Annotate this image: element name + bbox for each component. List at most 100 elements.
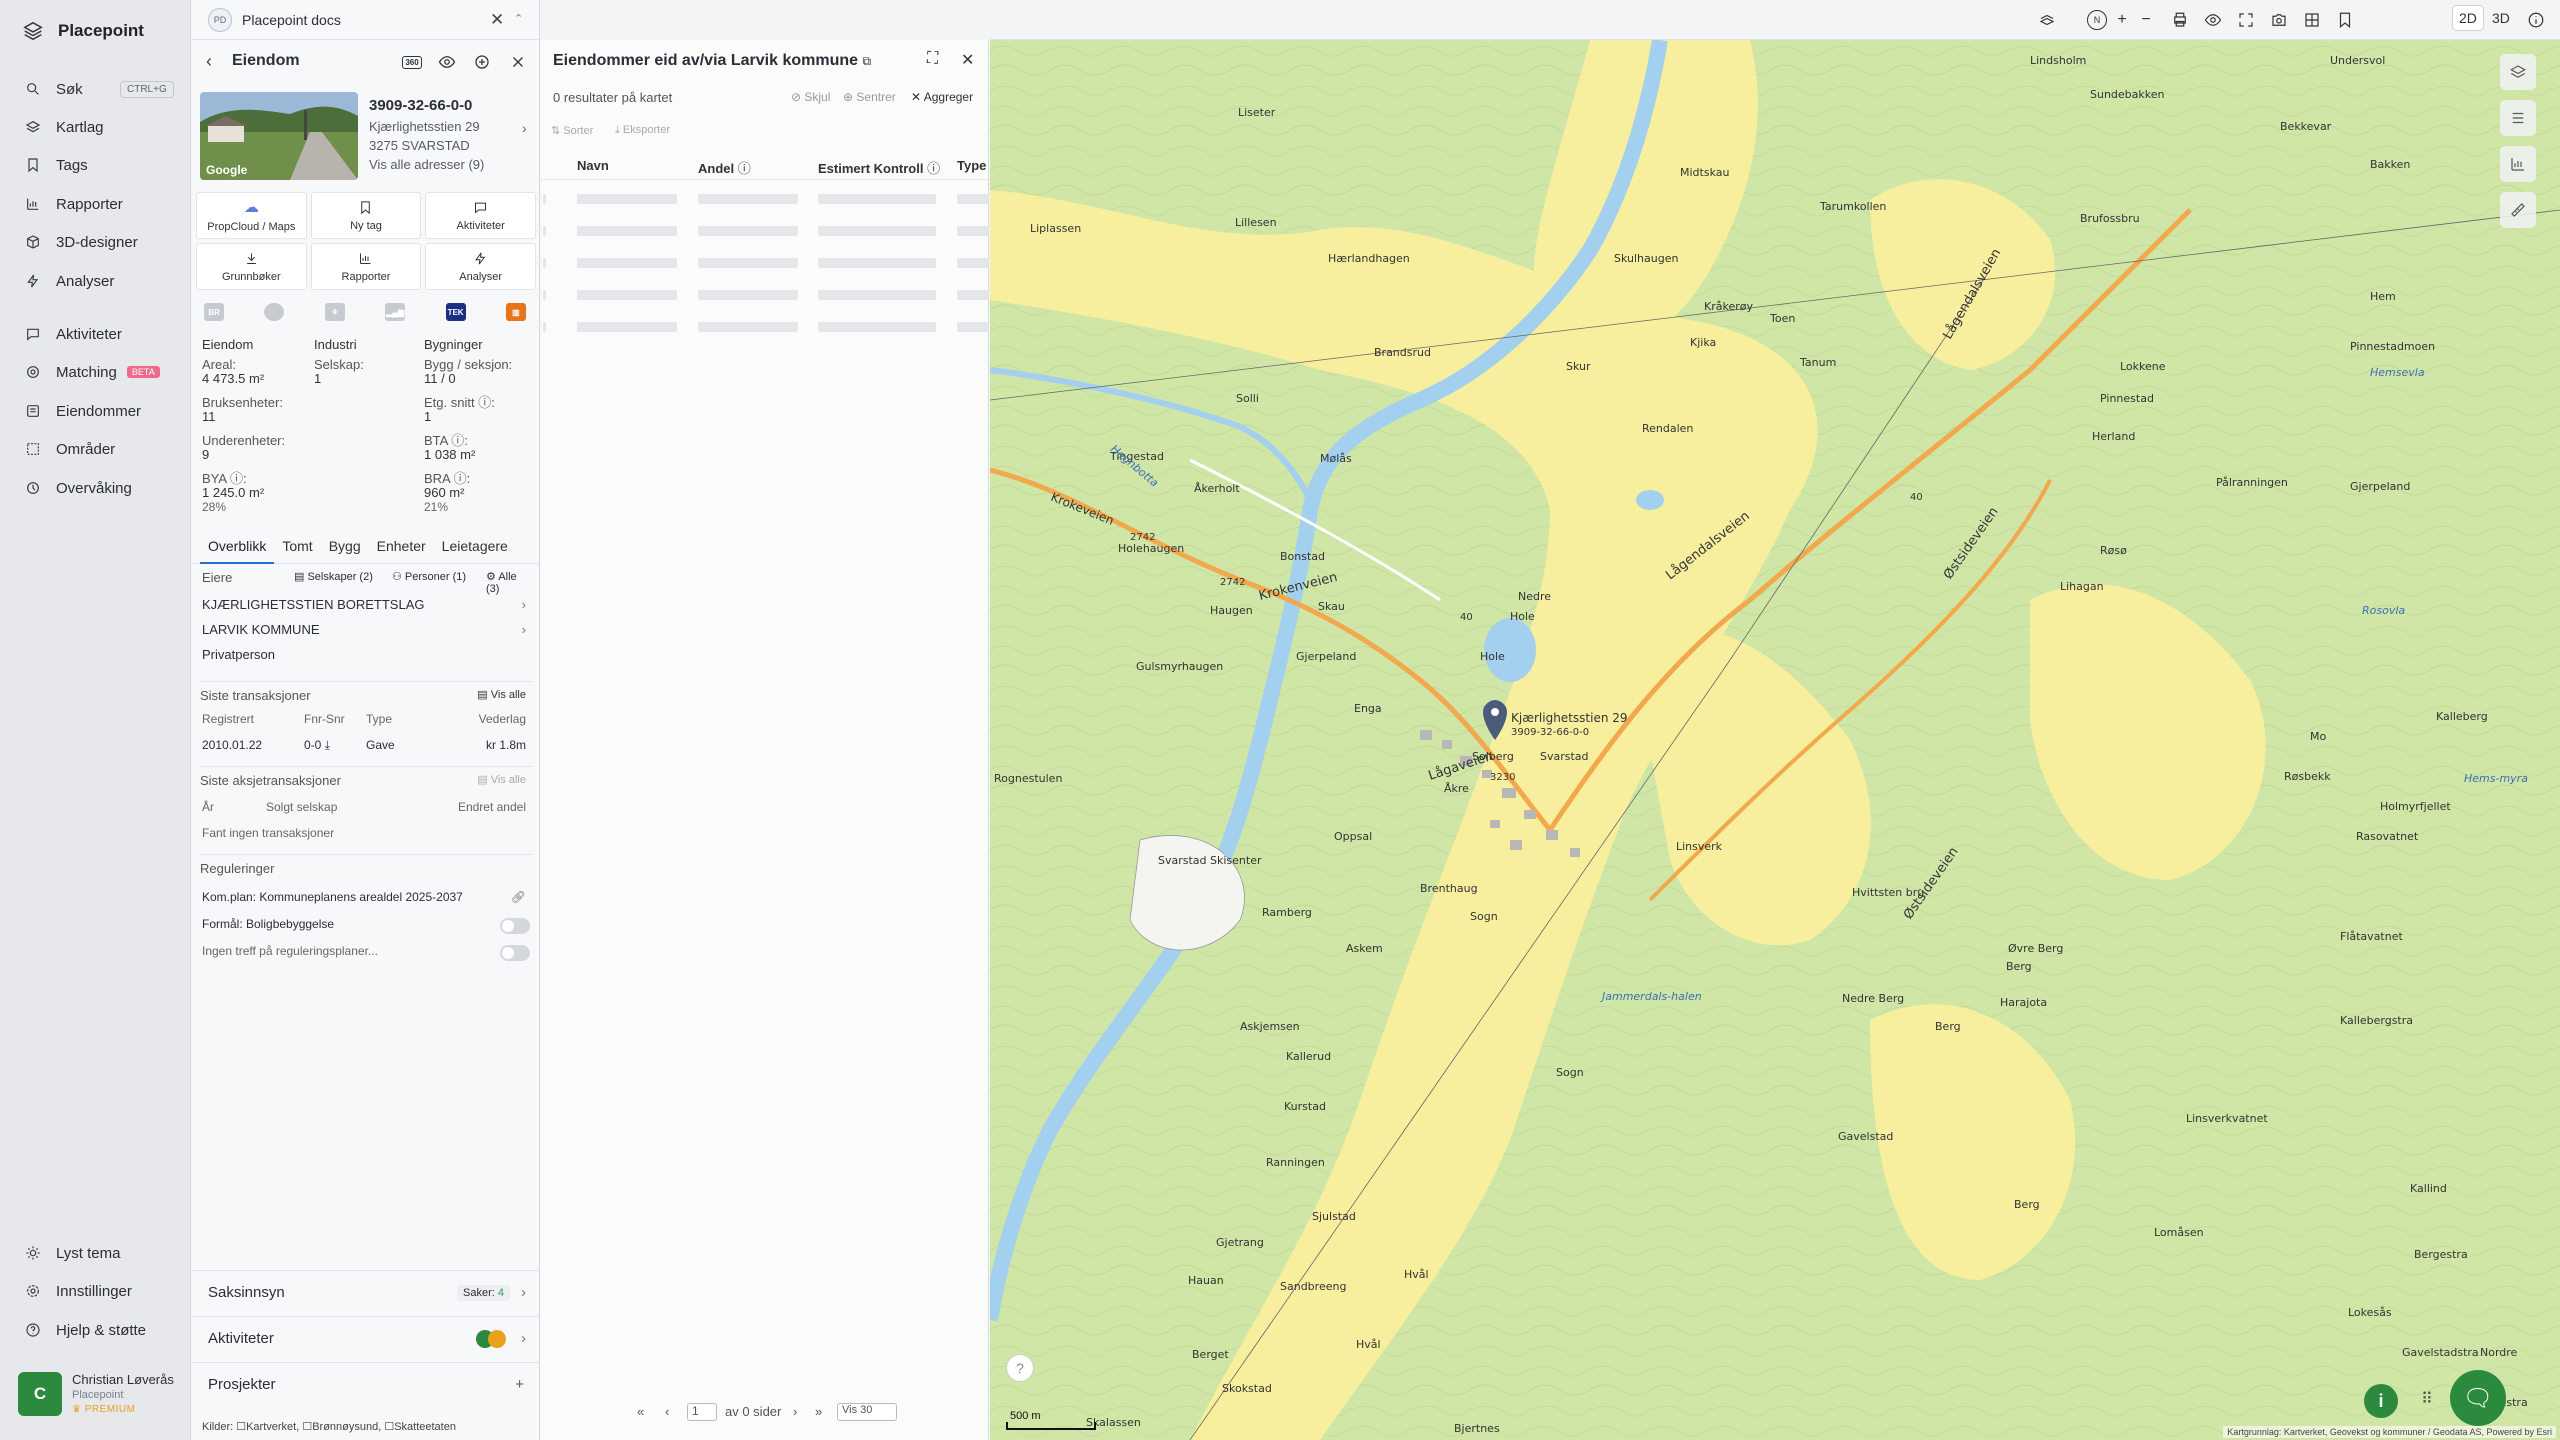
fullscreen-icon[interactable]: ⛶ — [927, 50, 938, 68]
docs-title[interactable]: Placepoint docs — [242, 12, 341, 28]
owner-row[interactable]: LARVIK KOMMUNE › — [202, 622, 532, 637]
analyses-button[interactable]: Analyser — [425, 243, 536, 290]
owner-row[interactable]: KJÆRLIGHETSSTIEN BORETTSLAG › — [202, 597, 532, 612]
regulation-plan[interactable]: Kom.plan: Kommuneplanens arealdel 2025-2… — [202, 890, 532, 904]
map-legend-button[interactable] — [2500, 100, 2536, 136]
signal-bars-icon[interactable]: ▂▄▆ — [385, 303, 406, 321]
first-page-icon[interactable]: « — [637, 1404, 644, 1419]
tab-buildings[interactable]: Bygg — [321, 534, 369, 564]
tab-overview[interactable]: Overblikk — [200, 534, 275, 564]
zoom-in-icon[interactable]: + — [2110, 8, 2134, 32]
nav-activities[interactable]: Aktiviteter — [24, 321, 174, 347]
layer-switch-button[interactable] — [2500, 54, 2536, 90]
nav-light-theme[interactable]: Lyst tema — [24, 1240, 174, 1266]
compass-icon[interactable]: N — [2085, 8, 2109, 32]
chat-support-icon[interactable]: 🗨︎ — [2450, 1370, 2506, 1426]
add-icon[interactable]: + — [515, 1376, 524, 1393]
accordion-case-access[interactable]: Saksinnsyn Saker: 4 › — [192, 1270, 540, 1314]
drag-grid-icon[interactable]: ⠿ — [2412, 1384, 2442, 1414]
sort-button[interactable]: ⇅ Sorter — [551, 124, 593, 137]
per-page-select[interactable]: Vis 30 — [837, 1403, 897, 1421]
filter-persons[interactable]: ⚇ Personer (1) — [392, 570, 466, 583]
close-panel-icon[interactable] — [506, 50, 530, 74]
land-registry-button[interactable]: Grunnbøker — [196, 243, 307, 290]
link-icon[interactable]: ⧉ — [862, 54, 871, 68]
nav-monitoring[interactable]: Overvåking — [24, 475, 174, 501]
aggregate-button[interactable]: ✕ Aggreger — [911, 90, 973, 104]
hide-button[interactable]: ⊘ Skjul — [791, 90, 830, 104]
bookmark-icon[interactable] — [2333, 8, 2357, 32]
tab-tenants[interactable]: Leietagere — [434, 534, 516, 564]
close-icon[interactable]: ✕ — [490, 10, 504, 30]
link-icon[interactable]: 🔗︎ — [511, 890, 526, 904]
street-view-360-button[interactable]: 360 — [400, 50, 424, 74]
info-icon[interactable] — [2524, 8, 2548, 32]
fullscreen-icon[interactable] — [2234, 8, 2258, 32]
statistics-button[interactable] — [2500, 146, 2536, 182]
print-icon[interactable] — [2168, 8, 2192, 32]
center-button[interactable]: ⊕ Sentrer — [843, 90, 896, 104]
export-button[interactable]: ⤓ Eksporter — [615, 124, 670, 137]
column-name[interactable]: Navn — [577, 158, 609, 173]
all-addresses-link[interactable]: Vis alle adresser (9) — [369, 157, 484, 172]
nav-tags[interactable]: Tags — [24, 152, 174, 178]
accordion-projects[interactable]: Prosjekter + — [192, 1362, 540, 1406]
chevron-right-icon[interactable]: › — [522, 120, 527, 136]
nav-analyses[interactable]: Analyser — [24, 268, 174, 294]
show-all-share-transactions[interactable]: ▤ Vis alle — [477, 773, 526, 786]
tab-units[interactable]: Enheter — [369, 534, 434, 564]
column-control[interactable]: Estimert Kontroll ⓘ — [818, 158, 940, 177]
close-icon[interactable]: ✕ — [961, 50, 974, 70]
activities-button[interactable]: Aktiviteter — [425, 192, 536, 239]
add-circle-icon[interactable] — [470, 50, 494, 74]
globe-icon[interactable] — [264, 303, 285, 321]
building-icon[interactable]: ▥ — [505, 303, 526, 321]
street-view-photo[interactable]: Google — [200, 92, 358, 180]
map-view[interactable]: Kjærlighetsstien 29 3909-32-66-0-0 Kroke… — [990, 40, 2560, 1440]
eye-icon[interactable] — [2201, 8, 2225, 32]
page-input[interactable]: 1 — [687, 1403, 717, 1421]
nav-matching[interactable]: Matching BETA — [24, 359, 194, 385]
nav-help[interactable]: Hjelp & støtte — [24, 1317, 174, 1343]
filter-all[interactable]: ⚙ Alle (3) — [486, 570, 532, 595]
tab-lot[interactable]: Tomt — [274, 534, 320, 564]
layers-3d-icon[interactable] — [2035, 8, 2059, 32]
propcloud-button[interactable]: ☁ PropCloud / Maps — [196, 192, 307, 239]
column-share[interactable]: Andel ⓘ — [698, 158, 751, 177]
user-profile[interactable]: C Christian Løverås Placepoint ♛ PREMIUM — [18, 1372, 174, 1416]
plant-icon[interactable]: ⚘ — [324, 303, 345, 321]
camera-icon[interactable] — [2267, 8, 2291, 32]
accordion-activities[interactable]: Aktiviteter › — [192, 1316, 540, 1360]
expand-icon[interactable]: ⌃ — [514, 12, 523, 25]
prev-page-icon[interactable]: ‹ — [665, 1404, 669, 1419]
last-page-icon[interactable]: » — [815, 1404, 822, 1419]
source-tek-icon[interactable]: TEK — [445, 303, 466, 321]
new-tag-button[interactable]: Ny tag — [310, 192, 422, 239]
show-all-transactions[interactable]: ▤ Vis alle — [477, 688, 526, 701]
source-br-icon[interactable]: BR — [204, 303, 224, 321]
zoom-out-icon[interactable]: − — [2134, 8, 2158, 32]
next-page-icon[interactable]: › — [793, 1404, 797, 1419]
nav-reports[interactable]: Rapporter — [24, 191, 174, 217]
nav-areas[interactable]: Områder — [24, 436, 174, 462]
nav-settings[interactable]: Innstillinger — [24, 1278, 174, 1304]
nav-properties[interactable]: Eiendommer — [24, 398, 174, 424]
reports-button[interactable]: Rapporter — [310, 243, 422, 290]
back-icon[interactable]: ‹ — [206, 51, 212, 72]
column-type[interactable]: Type — [957, 158, 986, 173]
mode-3d-button[interactable]: 3D — [2486, 6, 2516, 30]
info-icon[interactable]: i — [2364, 1384, 2398, 1418]
help-icon[interactable]: ? — [1006, 1354, 1034, 1382]
nav-3d-designer[interactable]: 3D-designer — [24, 229, 174, 255]
mode-2d-button[interactable]: 2D — [2453, 6, 2483, 30]
topographic-map[interactable]: Kjærlighetsstien 29 3909-32-66-0-0 Kroke… — [990, 40, 2560, 1440]
purpose-toggle[interactable] — [500, 918, 530, 934]
filter-companies[interactable]: ▤ Selskaper (2) — [294, 570, 373, 583]
street-address[interactable]: Kjærlighetsstien 29 — [369, 119, 480, 134]
regulation-toggle[interactable] — [500, 945, 530, 961]
eye-icon[interactable] — [435, 50, 459, 74]
tx-fnr[interactable]: 0-0 ⤓ — [304, 738, 330, 753]
measure-button[interactable] — [2500, 192, 2536, 228]
grid-icon[interactable] — [2300, 8, 2324, 32]
brand[interactable]: Placepoint — [22, 20, 144, 42]
